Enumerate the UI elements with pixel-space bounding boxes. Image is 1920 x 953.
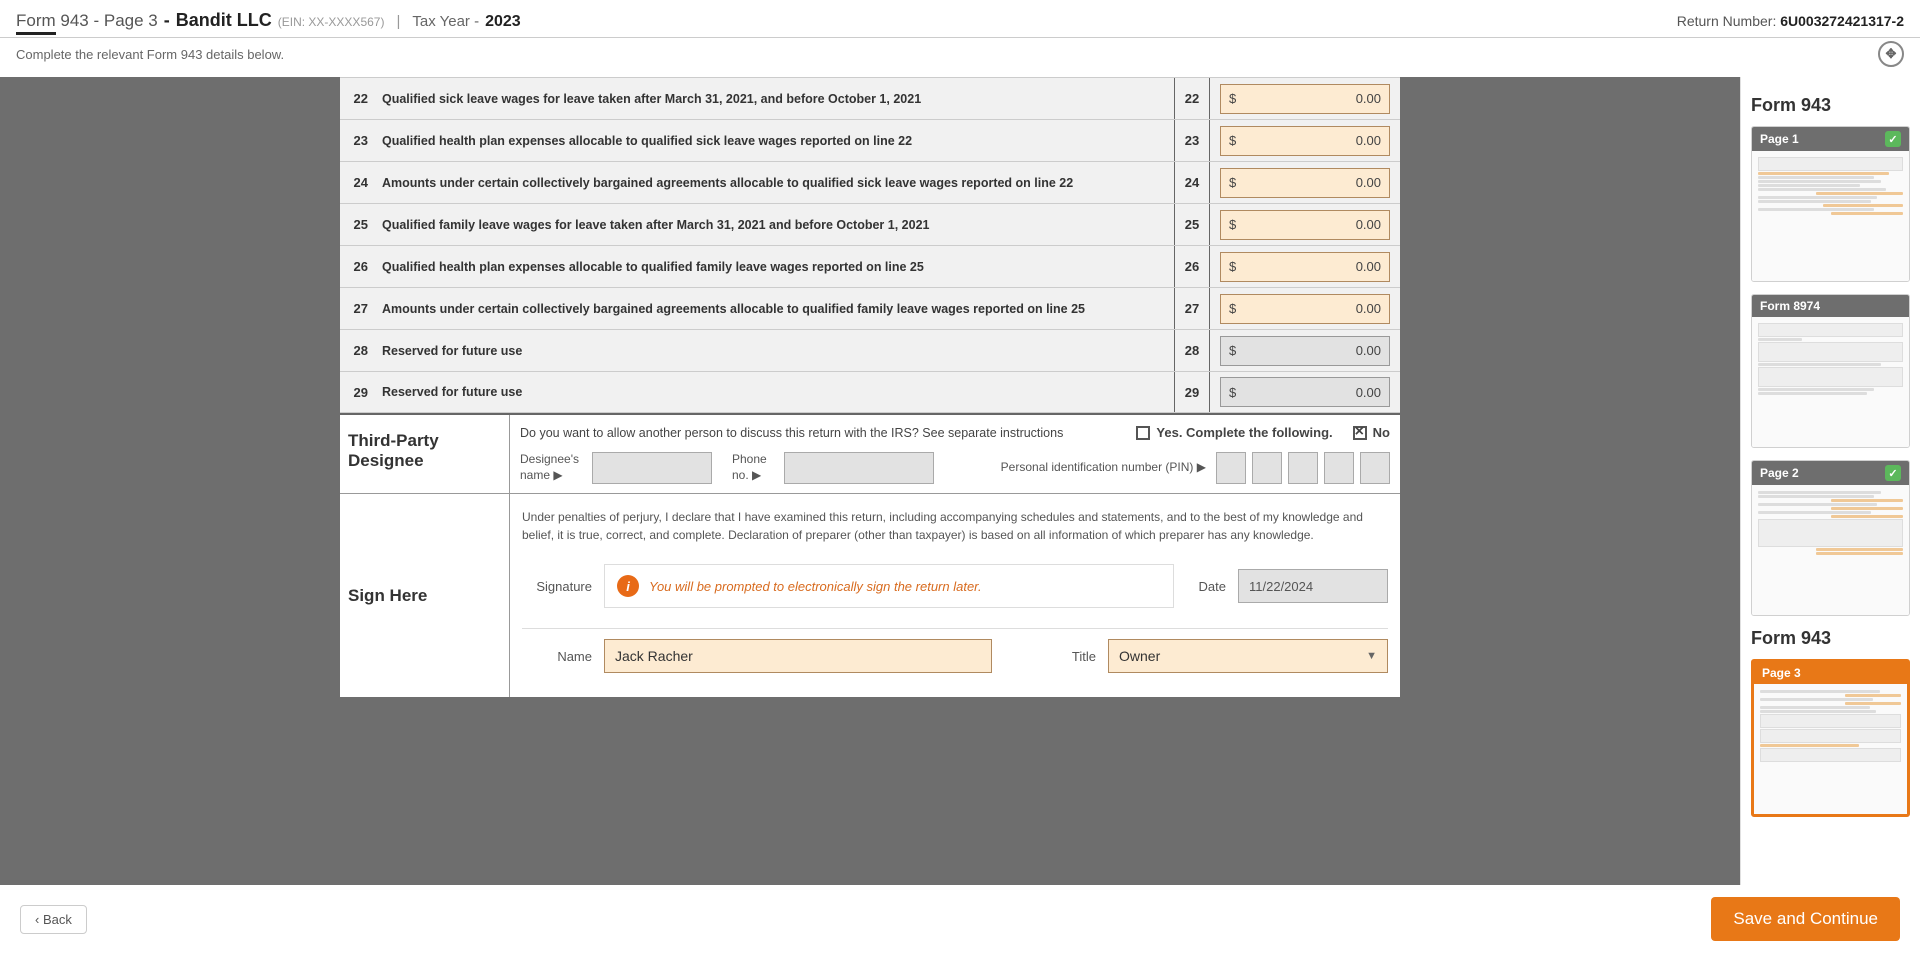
save-and-continue-button[interactable]: Save and Continue xyxy=(1711,897,1900,941)
third-party-designee-section: Third-Party Designee Do you want to allo… xyxy=(340,413,1400,493)
sidebar-heading-943-top: Form 943 xyxy=(1751,95,1910,116)
sidebar-heading-943-bottom: Form 943 xyxy=(1751,628,1910,649)
designee-pin-label: Personal identification number (PIN) ▶ xyxy=(1001,460,1206,476)
taxyear-label: Tax Year - xyxy=(412,13,479,30)
ein-label: (EIN: XX-XXXX567) xyxy=(278,15,385,29)
title-select[interactable]: Owner ▼ xyxy=(1108,639,1388,673)
form-page: 22 Qualified sick leave wages for leave … xyxy=(340,77,1400,697)
designee-no-checkbox[interactable] xyxy=(1353,426,1367,440)
designee-name-input[interactable] xyxy=(592,452,712,484)
thumb-page-3[interactable]: Page 3 xyxy=(1751,659,1910,817)
designee-no-label: No xyxy=(1373,425,1390,440)
title-label: Title xyxy=(1056,649,1096,664)
line-row-28: 28 Reserved for future use 28 $0.00 xyxy=(340,329,1400,371)
line-row-29: 29 Reserved for future use 29 $0.00 xyxy=(340,371,1400,413)
taxyear-value: 2023 xyxy=(485,13,521,31)
line-24-input[interactable]: $0.00 xyxy=(1220,168,1390,198)
line-27-input[interactable]: $0.00 xyxy=(1220,294,1390,324)
return-number-label: Return Number: xyxy=(1677,13,1780,29)
signature-label: Signature xyxy=(522,579,592,594)
designee-question: Do you want to allow another person to d… xyxy=(520,426,1063,440)
line-row-26: 26 Qualified health plan expenses alloca… xyxy=(340,245,1400,287)
line-row-23: 23 Qualified health plan expenses alloca… xyxy=(340,119,1400,161)
chevron-down-icon: ▼ xyxy=(1366,650,1377,662)
check-icon: ✓ xyxy=(1885,131,1901,147)
name-input[interactable]: Jack Racher xyxy=(604,639,992,673)
line-row-27: 27 Amounts under certain collectively ba… xyxy=(340,287,1400,329)
check-icon: ✓ xyxy=(1885,465,1901,481)
line-numcell: 22 xyxy=(1174,78,1210,119)
pin-box-4[interactable] xyxy=(1324,452,1354,484)
line-28-input[interactable]: $0.00 xyxy=(1220,336,1390,366)
line-row-25: 25 Qualified family leave wages for leav… xyxy=(340,203,1400,245)
signature-box: i You will be prompted to electronically… xyxy=(604,564,1174,608)
return-number-value: 6U003272421317-2 xyxy=(1780,13,1904,29)
perjury-statement: Under penalties of perjury, I declare th… xyxy=(522,508,1388,558)
form-canvas[interactable]: 22 Qualified sick leave wages for leave … xyxy=(0,77,1740,885)
subheader-text: Complete the relevant Form 943 details b… xyxy=(16,47,284,62)
page-navigator-sidebar[interactable]: Form 943 Page 1✓ xyxy=(1740,77,1920,885)
line-row-22: 22 Qualified sick leave wages for leave … xyxy=(340,77,1400,119)
fullscreen-icon[interactable]: ✥ xyxy=(1878,41,1904,67)
date-input[interactable]: 11/22/2024 xyxy=(1238,569,1388,603)
info-icon: i xyxy=(617,575,639,597)
thumb-page-2[interactable]: Page 2✓ xyxy=(1751,460,1910,616)
sign-here-section: Sign Here Under penalties of perjury, I … xyxy=(340,493,1400,697)
signature-note: You will be prompted to electronically s… xyxy=(649,579,982,594)
footer: ‹ Back Save and Continue xyxy=(0,885,1920,953)
separator: | xyxy=(396,13,400,30)
date-label: Date xyxy=(1186,579,1226,594)
company-dash: - xyxy=(164,10,170,31)
line-29-input[interactable]: $0.00 xyxy=(1220,377,1390,407)
form-title: Form 943 - Page 3 xyxy=(16,11,158,31)
line-23-input[interactable]: $0.00 xyxy=(1220,126,1390,156)
line-label: Qualified sick leave wages for leave tak… xyxy=(376,82,1174,116)
sign-here-title: Sign Here xyxy=(340,494,510,697)
pin-box-3[interactable] xyxy=(1288,452,1318,484)
designee-yes-checkbox[interactable] xyxy=(1136,426,1150,440)
designee-name-label: Designee's name ▶ xyxy=(520,452,586,483)
pin-box-1[interactable] xyxy=(1216,452,1246,484)
line-22-input[interactable]: $0.00 xyxy=(1220,84,1390,114)
thumb-form-8974[interactable]: Form 8974 xyxy=(1751,294,1910,448)
name-label: Name xyxy=(522,649,592,664)
pin-box-5[interactable] xyxy=(1360,452,1390,484)
page-header: Form 943 - Page 3 - Bandit LLC (EIN: XX-… xyxy=(0,0,1920,38)
thumb-page-1[interactable]: Page 1✓ xyxy=(1751,126,1910,282)
designee-phone-input[interactable] xyxy=(784,452,934,484)
designee-pin-group xyxy=(1216,452,1390,484)
designee-title: Third-Party Designee xyxy=(340,415,510,493)
line-row-24: 24 Amounts under certain collectively ba… xyxy=(340,161,1400,203)
company-name: Bandit LLC xyxy=(176,10,272,31)
designee-yes-label: Yes. Complete the following. xyxy=(1156,425,1332,440)
designee-phone-label: Phone no. ▶ xyxy=(732,452,778,483)
back-button[interactable]: ‹ Back xyxy=(20,905,87,934)
line-25-input[interactable]: $0.00 xyxy=(1220,210,1390,240)
pin-box-2[interactable] xyxy=(1252,452,1282,484)
line-num: 22 xyxy=(340,91,376,106)
line-26-input[interactable]: $0.00 xyxy=(1220,252,1390,282)
